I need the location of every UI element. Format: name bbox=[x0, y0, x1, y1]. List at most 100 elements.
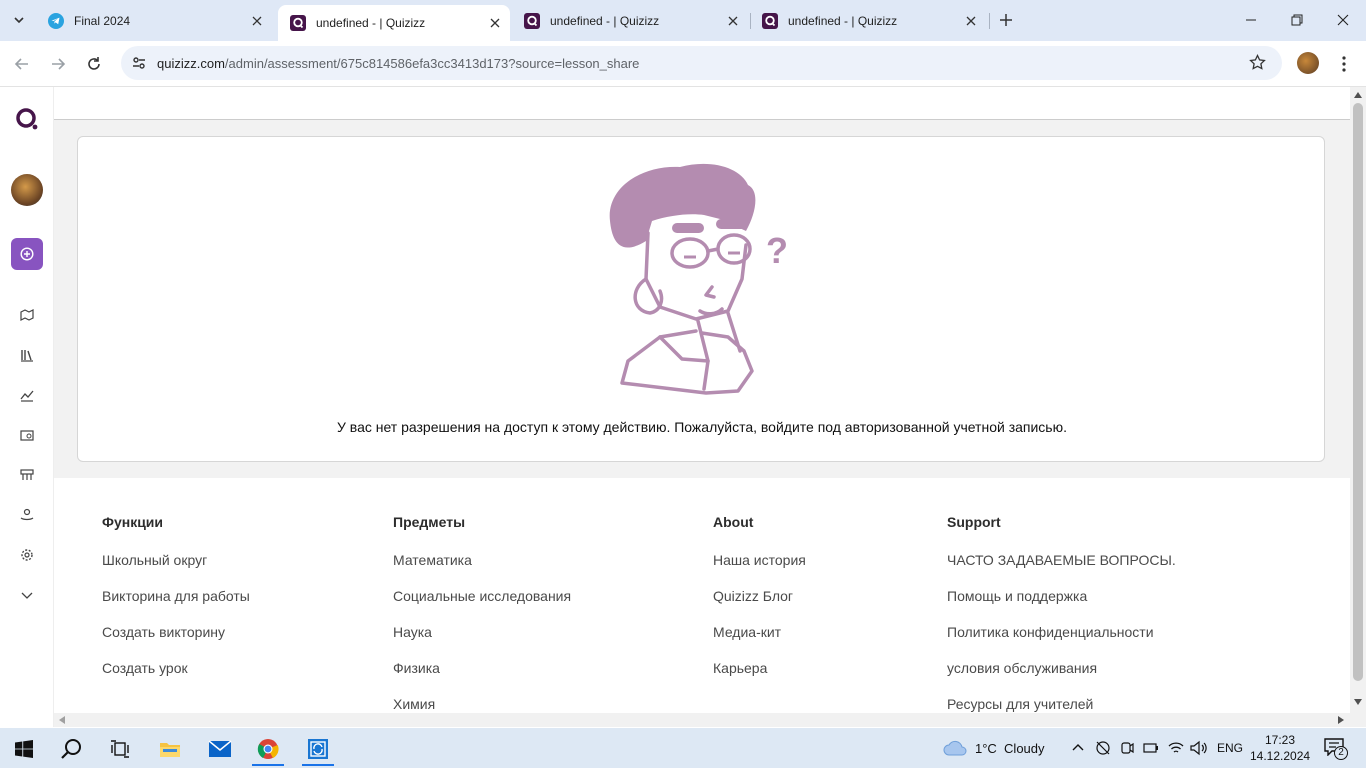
quizizz-logo-icon[interactable] bbox=[15, 107, 39, 131]
footer-link[interactable]: Создать урок bbox=[102, 660, 250, 696]
footer-column-about: About Наша история Quizizz Блог Медиа-ки… bbox=[713, 514, 806, 696]
minimize-icon[interactable] bbox=[1240, 9, 1262, 31]
weather-widget[interactable]: 1°C Cloudy bbox=[943, 728, 1045, 768]
explore-icon bbox=[20, 309, 34, 321]
confused-man-illustration-icon: ? bbox=[609, 163, 788, 395]
footer-link[interactable]: Ресурсы для учителей bbox=[947, 696, 1176, 713]
footer-heading: About bbox=[713, 514, 754, 530]
footer-heading: Предметы bbox=[393, 514, 466, 530]
tab-title: undefined - | Quizizz bbox=[788, 13, 898, 28]
restore-icon[interactable] bbox=[1286, 9, 1308, 31]
sidebar-item-reports[interactable] bbox=[17, 385, 37, 405]
footer-link[interactable]: Викторина для работы bbox=[102, 588, 250, 624]
windows-logo-icon bbox=[15, 740, 33, 758]
meet-now-icon[interactable] bbox=[1120, 740, 1134, 756]
weather-text: 1°C Cloudy bbox=[975, 740, 1045, 756]
close-tab-icon[interactable] bbox=[724, 12, 742, 30]
forward-arrow-icon[interactable] bbox=[47, 53, 69, 75]
vertical-scrollbar[interactable] bbox=[1350, 87, 1366, 727]
network-offline-icon[interactable] bbox=[1095, 740, 1111, 756]
close-tab-icon[interactable] bbox=[486, 14, 504, 32]
accommodations-icon bbox=[20, 469, 34, 480]
wifi-icon[interactable] bbox=[1168, 740, 1184, 756]
volume-icon[interactable] bbox=[1190, 740, 1208, 756]
battery-icon[interactable] bbox=[1143, 741, 1159, 755]
sidebar-item-explore[interactable] bbox=[17, 305, 37, 325]
address-bar[interactable]: quizizz.com/admin/assessment/675c814586e… bbox=[121, 46, 1282, 80]
tab-separator bbox=[989, 13, 990, 29]
tab-quizizz-3[interactable]: undefined - | Quizizz bbox=[750, 5, 986, 36]
footer-heading: Support bbox=[947, 514, 1001, 530]
sidebar-item-accommodations[interactable] bbox=[17, 465, 37, 485]
input-language[interactable]: ENG bbox=[1217, 728, 1243, 768]
more-chevron-icon bbox=[21, 592, 33, 599]
task-view-button[interactable] bbox=[100, 732, 140, 766]
tab-final-2024[interactable]: Final 2024 bbox=[36, 5, 272, 36]
close-tab-icon[interactable] bbox=[962, 12, 980, 30]
horizontal-scrollbar[interactable] bbox=[54, 713, 1350, 727]
bookmark-star-icon[interactable] bbox=[1249, 54, 1266, 71]
sidebar-item-more[interactable] bbox=[17, 585, 37, 605]
scroll-up-arrow-icon[interactable] bbox=[1354, 92, 1362, 98]
plus-circle-icon bbox=[20, 247, 34, 261]
chrome-button[interactable] bbox=[248, 732, 288, 766]
footer-link[interactable]: Физика bbox=[393, 660, 571, 696]
footer-link[interactable]: Quizizz Блог bbox=[713, 588, 806, 624]
access-denied-message: У вас нет разрешения на доступ к этому д… bbox=[337, 419, 1067, 435]
search-icon bbox=[61, 739, 81, 759]
footer-link[interactable]: Создать викторину bbox=[102, 624, 250, 660]
footer-link[interactable]: Наша история bbox=[713, 552, 806, 588]
file-explorer-button[interactable] bbox=[150, 732, 190, 766]
scrollbar-thumb[interactable] bbox=[1353, 103, 1363, 681]
footer-link[interactable]: ЧАСТО ЗАДАВАЕМЫЕ ВОПРОСЫ. bbox=[947, 552, 1176, 588]
start-button[interactable] bbox=[4, 732, 44, 766]
quizizz-ai-icon bbox=[20, 508, 34, 521]
new-tab-plus-icon[interactable] bbox=[996, 10, 1016, 30]
user-avatar[interactable] bbox=[11, 174, 43, 206]
footer-link[interactable]: Математика bbox=[393, 552, 571, 588]
quizizz-icon bbox=[762, 12, 778, 29]
footer-link[interactable]: Помощь и поддержка bbox=[947, 588, 1176, 624]
sidebar-item-classes[interactable] bbox=[17, 425, 37, 445]
close-window-icon[interactable] bbox=[1332, 9, 1354, 31]
footer-link[interactable]: Социальные исследования bbox=[393, 588, 571, 624]
tab-quizizz-active[interactable]: undefined - | Quizizz bbox=[278, 5, 510, 41]
footer-link[interactable]: Политика конфиденциальности bbox=[947, 624, 1176, 660]
tab-title: undefined - | Quizizz bbox=[550, 13, 660, 28]
back-arrow-icon[interactable] bbox=[11, 53, 33, 75]
create-button[interactable] bbox=[11, 238, 43, 270]
site-info-icon[interactable] bbox=[131, 55, 147, 71]
profile-avatar-icon[interactable] bbox=[1297, 52, 1319, 74]
footer-column-subjects: Предметы Математика Социальные исследова… bbox=[393, 514, 571, 713]
remote-app-button[interactable] bbox=[298, 732, 338, 766]
search-button[interactable] bbox=[52, 732, 92, 766]
app-sidebar bbox=[0, 87, 54, 727]
footer-link[interactable]: Школьный округ bbox=[102, 552, 250, 588]
footer-link[interactable]: условия обслуживания bbox=[947, 660, 1176, 696]
url-text[interactable]: quizizz.com/admin/assessment/675c814586e… bbox=[157, 56, 639, 71]
sidebar-item-quizizz-ai[interactable] bbox=[17, 505, 37, 525]
scroll-down-arrow-icon[interactable] bbox=[1354, 699, 1362, 705]
reload-icon[interactable] bbox=[83, 53, 105, 75]
scroll-right-arrow-icon[interactable] bbox=[1338, 716, 1344, 724]
footer-link[interactable]: Медиа-кит bbox=[713, 624, 806, 660]
scroll-left-arrow-icon[interactable] bbox=[59, 716, 65, 724]
notification-center-button[interactable]: 2 bbox=[1324, 738, 1348, 760]
footer-link[interactable]: Карьера bbox=[713, 660, 806, 696]
cloud-icon bbox=[943, 740, 967, 756]
footer-link[interactable]: Наука bbox=[393, 624, 571, 660]
sidebar-item-library[interactable] bbox=[17, 345, 37, 365]
windows-taskbar: 1°C Cloudy ENG 17:23 14.12.2024 2 bbox=[0, 728, 1366, 768]
tab-search-chevron-icon[interactable] bbox=[8, 9, 30, 31]
browser-tab-bar: Final 2024 undefined - | Quizizz undefin… bbox=[0, 0, 1366, 41]
mail-button[interactable] bbox=[200, 732, 240, 766]
browser-toolbar: quizizz.com/admin/assessment/675c814586e… bbox=[0, 41, 1366, 87]
browser-menu-kebab-icon[interactable] bbox=[1333, 53, 1355, 75]
show-hidden-icons-chevron-icon[interactable] bbox=[1072, 742, 1084, 752]
tab-quizizz-2[interactable]: undefined - | Quizizz bbox=[512, 5, 748, 36]
close-tab-icon[interactable] bbox=[248, 12, 266, 30]
sidebar-item-settings[interactable] bbox=[17, 545, 37, 565]
clock[interactable]: 17:23 14.12.2024 bbox=[1250, 732, 1310, 764]
quizizz-icon bbox=[290, 15, 306, 31]
footer-link[interactable]: Химия bbox=[393, 696, 571, 713]
